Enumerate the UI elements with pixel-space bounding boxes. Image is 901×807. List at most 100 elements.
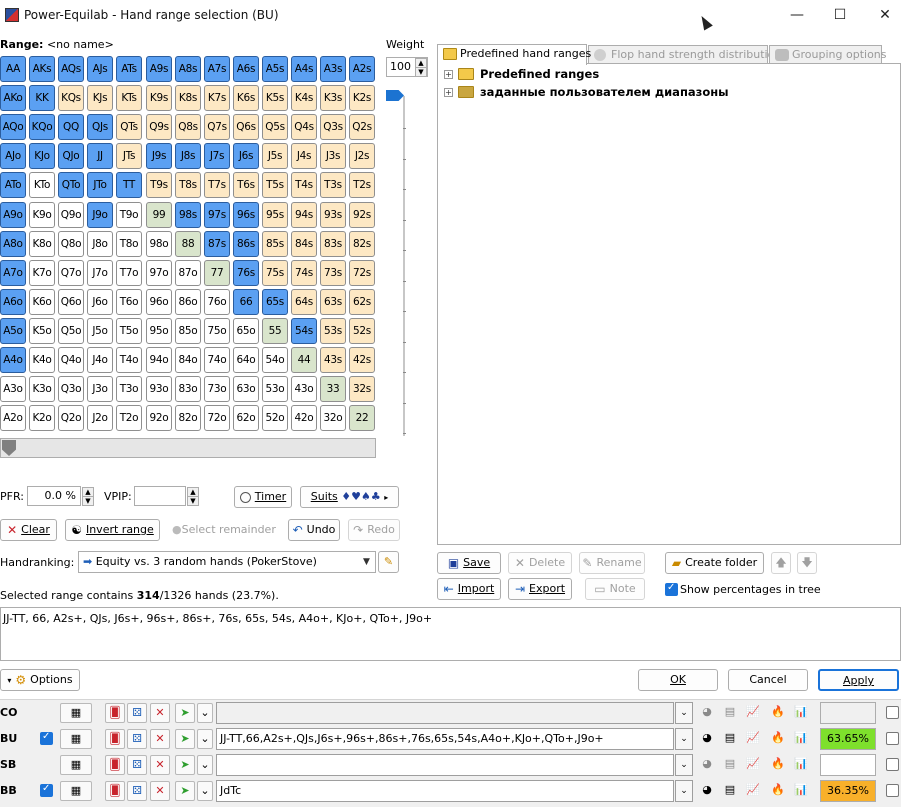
hand-cell[interactable]: JJ: [87, 143, 113, 169]
hand-cell[interactable]: 87o: [175, 260, 201, 286]
apply-button[interactable]: Apply: [818, 669, 899, 691]
create-folder-button[interactable]: ▰ Create folder: [665, 552, 764, 574]
hand-cell[interactable]: 75s: [262, 260, 288, 286]
hand-cell[interactable]: A6s: [233, 56, 259, 82]
player-checkbox[interactable]: [40, 783, 53, 797]
matrix-icon[interactable]: ▦: [60, 703, 92, 723]
weight-slider-track[interactable]: [403, 96, 405, 436]
card-icon[interactable]: 🂠: [105, 703, 125, 723]
hand-cell[interactable]: K2o: [29, 405, 55, 431]
move-up-button[interactable]: 🡅: [771, 552, 791, 574]
clear-button[interactable]: ✕ Clear: [0, 519, 57, 541]
hand-cell[interactable]: J8s: [175, 143, 201, 169]
fire-icon[interactable]: 🔥: [768, 781, 788, 801]
range-text-field[interactable]: JJ-TT, 66, A2s+, QJs, J6s+, 96s+, 86s+, …: [0, 607, 901, 661]
rename-button[interactable]: ✎ Rename: [579, 552, 645, 574]
hand-cell[interactable]: 77: [204, 260, 230, 286]
hand-cell[interactable]: T9o: [116, 202, 142, 228]
hand-cell[interactable]: J9o: [87, 202, 113, 228]
hand-cell[interactable]: K6s: [233, 85, 259, 111]
hand-cell[interactable]: QTo: [58, 172, 84, 198]
hand-cell[interactable]: KK: [29, 85, 55, 111]
hand-cell[interactable]: 65o: [233, 318, 259, 344]
hand-cell[interactable]: A2s: [349, 56, 375, 82]
arrow-right-icon[interactable]: ➤: [175, 729, 195, 749]
hand-cell[interactable]: A7o: [0, 260, 26, 286]
hand-cell[interactable]: 32o: [320, 405, 346, 431]
hand-cell[interactable]: 85o: [175, 318, 201, 344]
hand-cell[interactable]: T7o: [116, 260, 142, 286]
hand-cell[interactable]: Q8o: [58, 231, 84, 257]
hand-cell[interactable]: AJs: [87, 56, 113, 82]
hand-cell[interactable]: AKs: [29, 56, 55, 82]
player-select-checkbox[interactable]: [886, 758, 899, 771]
hand-cell[interactable]: T3o: [116, 376, 142, 402]
hand-cell[interactable]: 92o: [146, 405, 172, 431]
hand-cell[interactable]: 72o: [204, 405, 230, 431]
handranking-select[interactable]: ➡ Equity vs. 3 random hands (PokerStove): [78, 551, 376, 573]
remove-icon[interactable]: ✕: [150, 703, 170, 723]
undo-button[interactable]: ↶ Undo: [288, 519, 340, 541]
hand-cell[interactable]: T4s: [291, 172, 317, 198]
hand-cell[interactable]: AQs: [58, 56, 84, 82]
hand-cell[interactable]: Q8s: [175, 114, 201, 140]
hand-cell[interactable]: A3s: [320, 56, 346, 82]
hand-cell[interactable]: QJs: [87, 114, 113, 140]
hand-cell[interactable]: A5o: [0, 318, 26, 344]
hand-cell[interactable]: T8o: [116, 231, 142, 257]
hand-cell[interactable]: 72s: [349, 260, 375, 286]
matrix-icon[interactable]: ▦: [60, 755, 92, 775]
fire-icon[interactable]: 🔥: [768, 755, 788, 775]
hand-cell[interactable]: K3o: [29, 376, 55, 402]
hand-cell[interactable]: J7s: [204, 143, 230, 169]
hand-cell[interactable]: 73o: [204, 376, 230, 402]
hand-cell[interactable]: 66: [233, 289, 259, 315]
hand-cell[interactable]: A8s: [175, 56, 201, 82]
minimize-button[interactable]: —: [786, 6, 808, 24]
card-icon[interactable]: 🂠: [105, 755, 125, 775]
hand-cell[interactable]: 63o: [233, 376, 259, 402]
hand-cell[interactable]: KQs: [58, 85, 84, 111]
hand-cell[interactable]: A4o: [0, 347, 26, 373]
fire-icon[interactable]: 🔥: [768, 729, 788, 749]
hand-cell[interactable]: 84s: [291, 231, 317, 257]
hand-cell[interactable]: T3s: [320, 172, 346, 198]
tab-flop-hand-strength[interactable]: Flop hand strength distribution: [588, 45, 781, 65]
hand-cell[interactable]: AA: [0, 56, 26, 82]
hand-cell[interactable]: T6s: [233, 172, 259, 198]
fire-icon[interactable]: 🔥: [768, 703, 788, 723]
hand-cell[interactable]: K8o: [29, 231, 55, 257]
move-down-button[interactable]: 🡇: [797, 552, 817, 574]
hand-cell[interactable]: K6o: [29, 289, 55, 315]
chevron-down-icon[interactable]: ▼: [363, 557, 370, 567]
show-percentages-checkbox[interactable]: [665, 582, 678, 596]
hand-cell[interactable]: K2s: [349, 85, 375, 111]
hand-cell[interactable]: K9s: [146, 85, 172, 111]
expand-icon[interactable]: +: [444, 88, 453, 97]
hand-cell[interactable]: 32s: [349, 376, 375, 402]
hand-cell[interactable]: T7s: [204, 172, 230, 198]
hand-cell[interactable]: 22: [349, 405, 375, 431]
select-remainder-button[interactable]: ●Select remainder: [172, 519, 276, 541]
player-select-checkbox[interactable]: [886, 732, 899, 745]
hand-cell[interactable]: 85s: [262, 231, 288, 257]
cards-icon[interactable]: ▤: [720, 755, 740, 775]
hand-cell[interactable]: 76o: [204, 289, 230, 315]
pie-icon[interactable]: ◕: [697, 729, 717, 749]
edit-handranking-button[interactable]: ✎: [378, 551, 399, 573]
tab-grouping-options[interactable]: Grouping options: [769, 45, 887, 65]
hand-cell[interactable]: Q3o: [58, 376, 84, 402]
hand-cell[interactable]: K7o: [29, 260, 55, 286]
hand-cell[interactable]: T5s: [262, 172, 288, 198]
hand-cell[interactable]: K9o: [29, 202, 55, 228]
hand-cell[interactable]: 82o: [175, 405, 201, 431]
hand-cell[interactable]: T5o: [116, 318, 142, 344]
hand-cell[interactable]: 73s: [320, 260, 346, 286]
bar-chart-icon[interactable]: 📊: [791, 729, 811, 749]
hand-cell[interactable]: 86s: [233, 231, 259, 257]
dice-icon[interactable]: ⚄: [127, 703, 147, 723]
hand-cell[interactable]: J3s: [320, 143, 346, 169]
weight-slider-thumb[interactable]: [386, 90, 404, 101]
chevron-down-icon[interactable]: ⌄: [197, 703, 213, 723]
arrow-right-icon[interactable]: ➤: [175, 781, 195, 801]
